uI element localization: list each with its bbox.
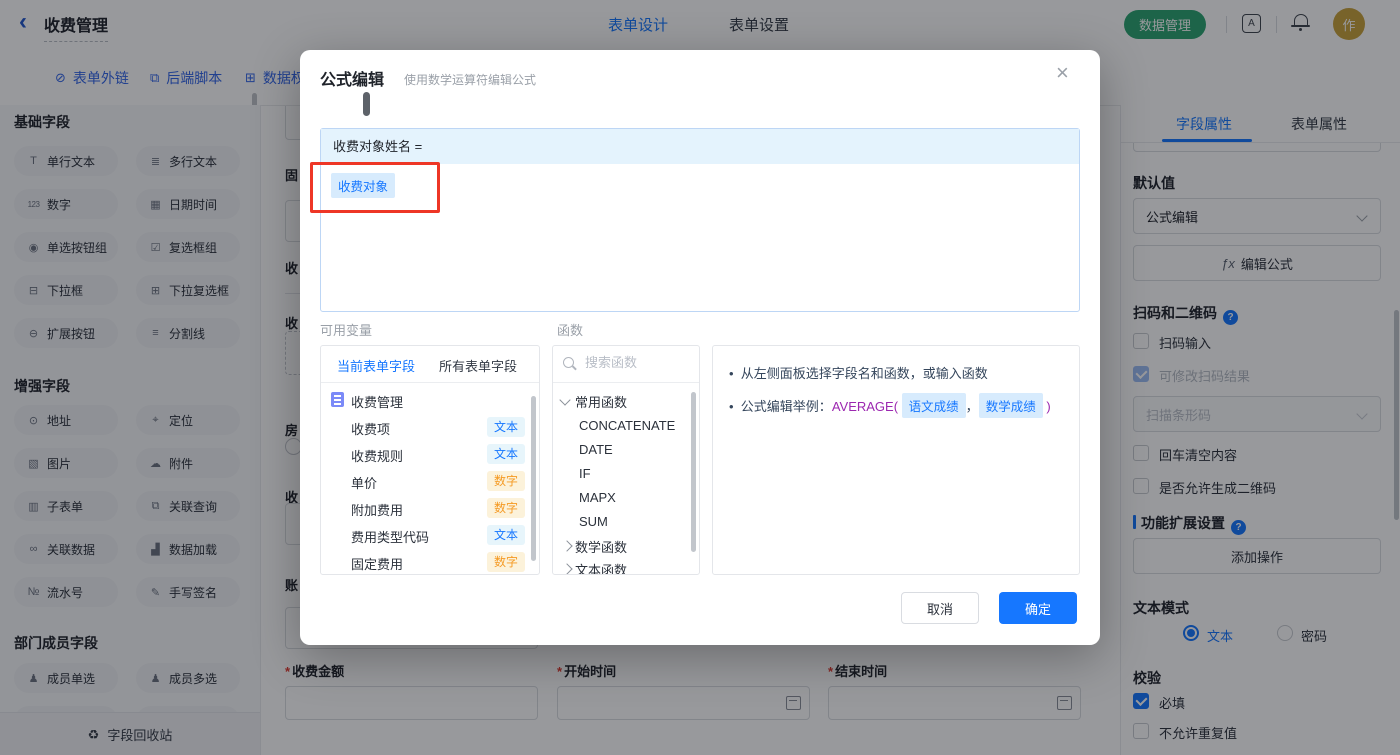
formula-editor-box[interactable]: 收费对象姓名 = 收费对象 xyxy=(320,128,1080,312)
search-divider xyxy=(553,382,699,383)
variables-panel: 当前表单字段 所有表单字段 收费管理 收费项 文本 收费规则 文本 单价 数字 附加费… xyxy=(320,345,540,575)
functions-panel: 常用函数 CONCATENATE DATE IF MAPX SUM 数学函数 文… xyxy=(552,345,700,575)
function-search-input[interactable] xyxy=(583,354,687,371)
app-screen: ‹ 收费管理 表单设计 表单设置 数据管理 A 作 ⊘ 表单外链 ⧉ 后端脚本 … xyxy=(0,0,1400,755)
function-item[interactable]: SUM xyxy=(579,514,608,529)
chevron-right-icon xyxy=(561,563,573,574)
variable-item[interactable]: 附加费用 xyxy=(351,500,403,519)
cancel-button[interactable]: 取消 xyxy=(901,592,979,624)
tip-line-1: • 从左侧面板选择字段名和函数，或输入函数 xyxy=(729,366,988,381)
annotation-red-box xyxy=(310,162,440,213)
variable-item[interactable]: 固定费用 xyxy=(351,554,403,573)
tip-line-2: • 公式编辑举例：AVERAGE( 语文成绩，数学成绩 ) xyxy=(729,393,1051,418)
function-item[interactable]: CONCATENATE xyxy=(579,418,675,433)
type-badge: 数字 xyxy=(487,471,525,491)
type-badge: 文本 xyxy=(487,417,525,437)
tabs-divider xyxy=(321,382,539,383)
function-group-text[interactable]: 文本函数 xyxy=(575,560,627,574)
variable-item[interactable]: 单价 xyxy=(351,473,377,492)
chevron-down-icon xyxy=(559,394,571,406)
function-item[interactable]: DATE xyxy=(579,442,613,457)
chevron-right-icon xyxy=(561,540,573,552)
functions-label: 函数 xyxy=(557,323,584,338)
tab-all-form-fields[interactable]: 所有表单字段 xyxy=(439,356,517,375)
example-token: 数学成绩 xyxy=(978,393,1043,418)
dialog-title: 公式编辑 xyxy=(320,72,385,89)
variable-item[interactable]: 收费规则 xyxy=(351,446,403,465)
variables-scrollbar-thumb[interactable] xyxy=(531,396,536,561)
function-group-math[interactable]: 数学函数 xyxy=(575,537,627,556)
functions-scrollbar-thumb[interactable] xyxy=(691,392,696,552)
search-icon xyxy=(563,357,574,368)
ok-button[interactable]: 确定 xyxy=(999,592,1077,624)
close-icon[interactable]: × xyxy=(1056,60,1069,86)
variable-item[interactable]: 收费项 xyxy=(351,419,390,438)
function-item[interactable]: MAPX xyxy=(579,490,616,505)
tab-current-form-fields[interactable]: 当前表单字段 xyxy=(337,356,415,375)
canvas-scrollbar-thumb[interactable] xyxy=(363,92,370,116)
function-name-text: AVERAGE( xyxy=(831,399,899,414)
form-doc-icon xyxy=(331,392,344,407)
form-tree-root[interactable]: 收费管理 xyxy=(351,392,403,411)
type-badge: 文本 xyxy=(487,525,525,545)
variables-label: 可用变量 xyxy=(320,323,373,338)
function-group-common[interactable]: 常用函数 xyxy=(575,392,627,411)
example-token: 语文成绩 xyxy=(901,393,966,418)
formula-editor-dialog: 公式编辑 使用数学运算符编辑公式 × 收费对象姓名 = 收费对象 可用变量 函数… xyxy=(300,50,1100,645)
dialog-subtitle: 使用数学运算符编辑公式 xyxy=(404,73,537,87)
function-item[interactable]: IF xyxy=(579,466,591,481)
type-badge: 数字 xyxy=(487,552,525,572)
variable-item[interactable]: 费用类型代码 xyxy=(351,527,429,546)
tips-panel: • 从左侧面板选择字段名和函数，或输入函数 • 公式编辑举例：AVERAGE( … xyxy=(712,345,1080,575)
type-badge: 数字 xyxy=(487,498,525,518)
type-badge: 文本 xyxy=(487,444,525,464)
formula-target-label: 收费对象姓名 = xyxy=(321,129,1079,164)
